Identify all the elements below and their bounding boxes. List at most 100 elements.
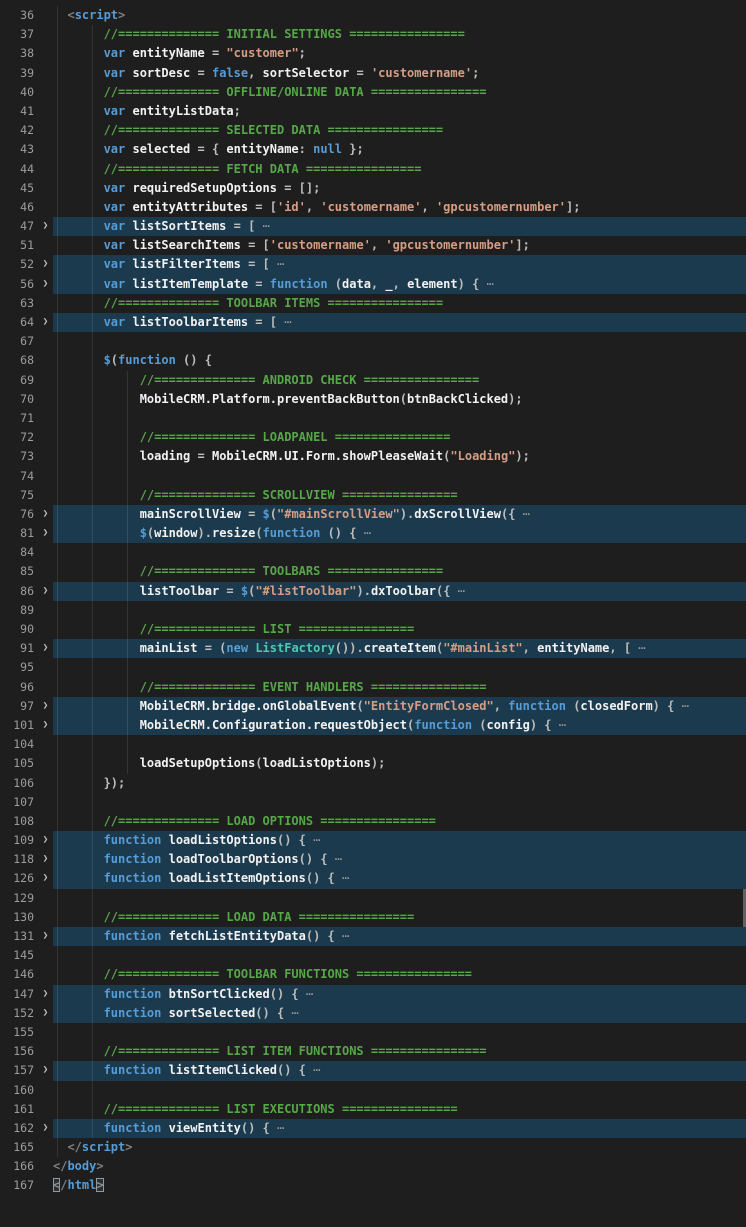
code-line-content[interactable]: </script> [53,1138,746,1157]
line-number[interactable]: 81 [0,524,38,543]
code-line-content[interactable]: mainList = (new ListFactory()).createIte… [53,639,746,658]
code-line-content[interactable]: loading = MobileCRM.UI.Form.showPleaseWa… [53,447,746,466]
code-line-content[interactable] [53,946,746,965]
fold-chevron-icon[interactable]: ❯ [38,313,53,332]
folded-code-ellipsis[interactable]: ⋯ [291,1006,299,1020]
code-line-content[interactable]: var listSortItems = [ ⋯ [53,217,746,236]
code-line-content[interactable]: $(function () { [53,351,746,370]
code-line-content[interactable] [53,889,746,908]
line-number[interactable]: 126 [0,869,38,888]
line-number[interactable]: 75 [0,486,38,505]
fold-chevron-icon[interactable]: ❯ [38,716,53,735]
line-number[interactable]: 84 [0,543,38,562]
line-number[interactable]: 160 [0,1081,38,1100]
folded-code-ellipsis[interactable]: ⋯ [263,219,271,233]
code-line-content[interactable]: //============== LOADPANEL =============… [53,428,746,447]
code-line-content[interactable]: </html> [53,1176,746,1195]
code-line-content[interactable]: //============== LOAD OPTIONS ==========… [53,812,746,831]
line-number[interactable]: 166 [0,1157,38,1176]
fold-chevron-icon[interactable]: ❯ [38,697,53,716]
fold-chevron-icon[interactable]: ❯ [38,850,53,869]
line-number[interactable]: 91 [0,639,38,658]
line-number[interactable]: 130 [0,908,38,927]
code-line-content[interactable]: function loadToolbarOptions() { ⋯ [53,850,746,869]
line-number[interactable]: 38 [0,44,38,63]
code-line-content[interactable] [53,1023,746,1042]
line-number[interactable]: 45 [0,179,38,198]
code-line-content[interactable]: var sortDesc = false, sortSelector = 'cu… [53,64,746,83]
code-line-content[interactable]: function loadListOptions() { ⋯ [53,831,746,850]
folded-code-ellipsis[interactable]: ⋯ [342,871,350,885]
line-number[interactable]: 107 [0,793,38,812]
line-number[interactable]: 46 [0,198,38,217]
folded-code-ellipsis[interactable]: ⋯ [682,699,690,713]
line-number[interactable]: 157 [0,1061,38,1080]
line-number[interactable]: 73 [0,447,38,466]
folded-code-ellipsis[interactable]: ⋯ [559,718,567,732]
line-number[interactable]: 63 [0,294,38,313]
code-line-content[interactable] [53,735,746,754]
line-number[interactable]: 41 [0,102,38,121]
code-line-content[interactable]: //============== TOOLBAR FUNCTIONS =====… [53,965,746,984]
line-number[interactable]: 52 [0,255,38,274]
code-line-content[interactable]: </body> [53,1157,746,1176]
folded-code-ellipsis[interactable]: ⋯ [638,641,646,655]
line-number[interactable]: 152 [0,1004,38,1023]
line-number[interactable]: 101 [0,716,38,735]
code-line-content[interactable]: var requiredSetupOptions = []; [53,179,746,198]
code-line-content[interactable]: //============== SELECTED DATA =========… [53,121,746,140]
fold-chevron-icon[interactable]: ❯ [38,831,53,850]
code-line-content[interactable]: function loadListItemOptions() { ⋯ [53,869,746,888]
fold-chevron-icon[interactable]: ❯ [38,582,53,601]
code-line-content[interactable]: var entityName = "customer"; [53,44,746,63]
line-number[interactable]: 40 [0,83,38,102]
code-line-content[interactable]: //============== TOOLBARS ==============… [53,562,746,581]
line-number[interactable]: 104 [0,735,38,754]
line-number[interactable]: 36 [0,6,38,25]
line-number[interactable]: 86 [0,582,38,601]
line-number[interactable]: 167 [0,1176,38,1195]
code-line-content[interactable]: }); [53,774,746,793]
line-number[interactable]: 156 [0,1042,38,1061]
code-line-content[interactable]: //============== ANDROID CHECK =========… [53,371,746,390]
fold-chevron-icon[interactable]: ❯ [38,505,53,524]
folded-code-ellipsis[interactable]: ⋯ [306,987,314,1001]
code-line-content[interactable]: $(window).resize(function () { ⋯ [53,524,746,543]
folded-code-ellipsis[interactable]: ⋯ [487,277,495,291]
line-number[interactable]: 147 [0,985,38,1004]
line-number[interactable]: 131 [0,927,38,946]
fold-chevron-icon[interactable]: ❯ [38,1004,53,1023]
code-line-content[interactable] [53,601,746,620]
code-line-content[interactable]: mainScrollView = $("#mainScrollView").dx… [53,505,746,524]
line-number[interactable]: 67 [0,332,38,351]
code-line-content[interactable] [53,658,746,677]
code-line-content[interactable]: function listItemClicked() { ⋯ [53,1061,746,1080]
code-line-content[interactable]: //============== LIST ================ [53,620,746,639]
fold-chevron-icon[interactable]: ❯ [38,639,53,658]
fold-chevron-icon[interactable]: ❯ [38,255,53,274]
line-number[interactable]: 68 [0,351,38,370]
folded-code-ellipsis[interactable]: ⋯ [313,833,321,847]
code-line-content[interactable]: function btnSortClicked() { ⋯ [53,985,746,1004]
fold-chevron-icon[interactable]: ❯ [38,927,53,946]
code-line-content[interactable] [53,467,746,486]
line-number[interactable]: 95 [0,658,38,677]
line-number[interactable]: 162 [0,1119,38,1138]
folded-code-ellipsis[interactable]: ⋯ [313,1063,321,1077]
code-line-content[interactable]: <script> [53,6,746,25]
line-number[interactable]: 146 [0,965,38,984]
line-number[interactable]: 96 [0,678,38,697]
code-line-content[interactable] [53,409,746,428]
code-line-content[interactable]: var selected = { entityName: null }; [53,140,746,159]
folded-code-ellipsis[interactable]: ⋯ [284,315,292,329]
line-number[interactable]: 42 [0,121,38,140]
line-number[interactable]: 47 [0,217,38,236]
line-number[interactable]: 165 [0,1138,38,1157]
code-line-content[interactable]: function viewEntity() { ⋯ [53,1119,746,1138]
code-line-content[interactable] [53,793,746,812]
code-line-content[interactable]: var entityAttributes = ['id', 'customern… [53,198,746,217]
folded-code-ellipsis[interactable]: ⋯ [342,929,350,943]
code-line-content[interactable]: MobileCRM.Configuration.requestObject(fu… [53,716,746,735]
fold-chevron-icon[interactable]: ❯ [38,869,53,888]
fold-chevron-icon[interactable]: ❯ [38,985,53,1004]
